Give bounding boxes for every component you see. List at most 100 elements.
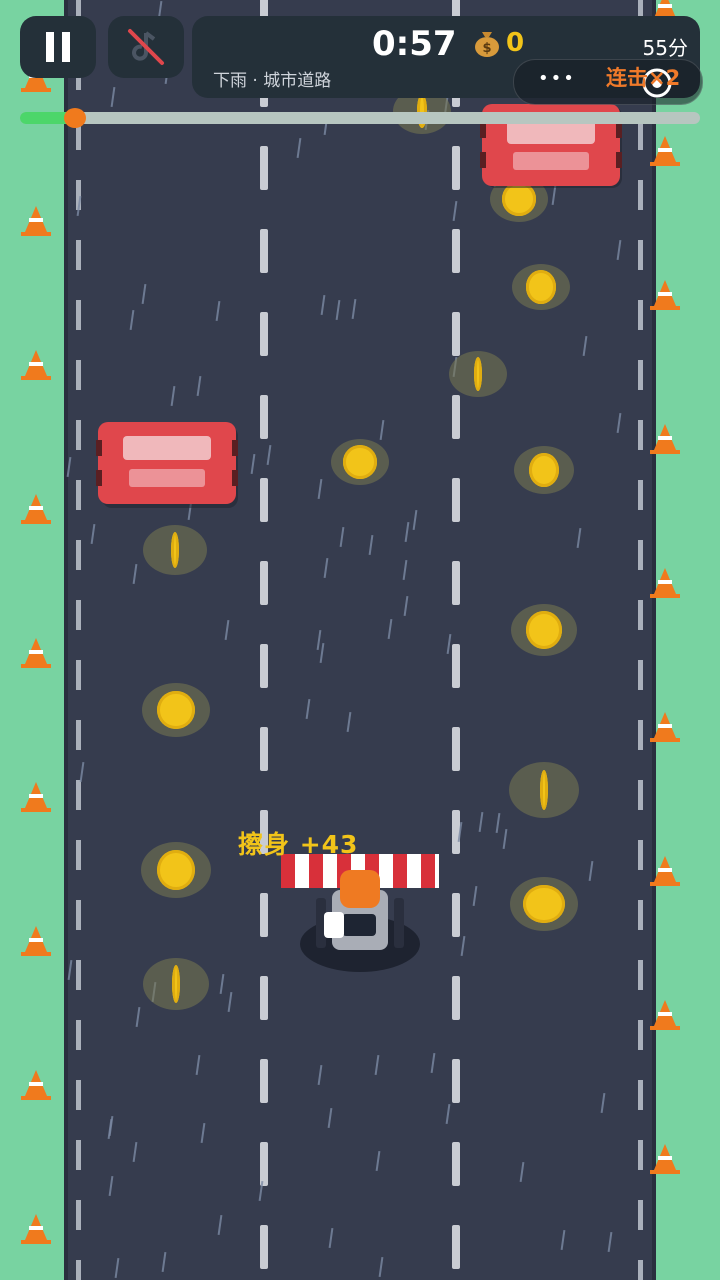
race-progress-bar bbox=[20, 108, 700, 128]
score: 55分 bbox=[642, 36, 688, 60]
raindrop bbox=[132, 564, 138, 585]
raindrop bbox=[224, 620, 230, 641]
lane-marking bbox=[260, 976, 268, 1020]
lane-marking bbox=[260, 1225, 268, 1269]
pause-button[interactable] bbox=[20, 16, 96, 78]
lane-marking bbox=[452, 644, 460, 688]
gold-coin bbox=[141, 842, 211, 898]
raindrop bbox=[496, 813, 501, 834]
raindrop bbox=[319, 643, 325, 664]
raindrop bbox=[328, 1228, 334, 1249]
grass-right bbox=[656, 0, 720, 1280]
raindrop bbox=[600, 1092, 605, 1113]
raindrop bbox=[616, 240, 622, 261]
lane-marking bbox=[452, 976, 460, 1020]
player-car[interactable] bbox=[280, 850, 440, 976]
lane-marking bbox=[260, 312, 268, 356]
edge-marking bbox=[638, 1140, 643, 1170]
lane-marking bbox=[452, 1225, 460, 1269]
edge-marking bbox=[638, 360, 643, 390]
raindrop bbox=[412, 510, 418, 531]
traffic-cone-icon bbox=[19, 348, 53, 382]
menu-dots-button[interactable]: ••• bbox=[538, 68, 576, 89]
traffic-cone-icon bbox=[648, 134, 682, 168]
traffic-cone-icon bbox=[648, 854, 682, 888]
raindrop bbox=[129, 309, 135, 330]
traffic-cone-icon bbox=[19, 204, 53, 238]
lane-marking bbox=[452, 395, 460, 439]
raindrop bbox=[196, 375, 201, 397]
edge-marking bbox=[76, 1260, 81, 1280]
gold-coin bbox=[511, 604, 577, 656]
edge-marking bbox=[76, 1020, 81, 1050]
pause-icon bbox=[46, 32, 70, 62]
edge-marking bbox=[638, 540, 643, 570]
combo-counter: 连击×2 bbox=[606, 66, 681, 90]
edge-marking bbox=[638, 480, 643, 510]
traffic-cone-icon bbox=[648, 566, 682, 600]
timer: 0:57 bbox=[372, 24, 457, 64]
coin-count: 0 bbox=[506, 28, 525, 58]
raindrop bbox=[324, 557, 329, 578]
raindrop bbox=[317, 1064, 322, 1085]
raindrop bbox=[132, 1141, 138, 1162]
raindrop bbox=[378, 1257, 384, 1278]
gold-coin bbox=[510, 877, 578, 931]
gold-coin bbox=[509, 762, 579, 818]
lane-marking bbox=[260, 644, 268, 688]
gold-coin bbox=[512, 264, 570, 310]
edge-marking bbox=[638, 720, 643, 750]
raindrop bbox=[472, 886, 478, 907]
raindrop bbox=[374, 1054, 379, 1076]
raindrop bbox=[114, 1257, 120, 1279]
traffic-cone-icon bbox=[19, 1068, 53, 1102]
raindrop bbox=[217, 1214, 223, 1235]
raindrop bbox=[195, 1054, 201, 1075]
edge-marking bbox=[76, 660, 81, 690]
raindrop bbox=[446, 633, 452, 654]
lane-marking bbox=[452, 727, 460, 771]
raindrop bbox=[321, 295, 326, 316]
edge-marking bbox=[76, 900, 81, 930]
music-toggle-button[interactable] bbox=[108, 16, 184, 78]
edge-marking bbox=[638, 420, 643, 450]
raindrop bbox=[452, 200, 458, 221]
raindrop bbox=[110, 86, 116, 107]
raindrop bbox=[445, 1104, 451, 1125]
lane-marking bbox=[452, 146, 460, 190]
raindrop bbox=[67, 960, 73, 981]
edge-marking bbox=[76, 780, 81, 810]
gold-coin bbox=[514, 446, 574, 494]
edge-marking bbox=[638, 300, 643, 330]
raindrop bbox=[108, 1176, 114, 1197]
edge-marking bbox=[76, 840, 81, 870]
traffic-cone-icon bbox=[648, 422, 682, 456]
raindrop bbox=[387, 618, 393, 639]
edge-marking bbox=[638, 180, 643, 210]
traffic-cone-icon bbox=[19, 924, 53, 958]
weather-track-label: 下雨 · 城市道路 bbox=[213, 71, 332, 91]
edge-marking bbox=[76, 1200, 81, 1230]
lane-marking bbox=[452, 1142, 460, 1186]
gold-coin bbox=[331, 439, 389, 485]
raindrop bbox=[560, 1229, 566, 1250]
raindrop bbox=[90, 523, 96, 544]
raindrop bbox=[161, 1251, 167, 1272]
raindrop bbox=[607, 1231, 613, 1252]
traffic-cone-icon bbox=[648, 278, 682, 312]
traffic-cone-icon bbox=[19, 636, 53, 670]
gold-coin bbox=[449, 351, 507, 397]
raindrop bbox=[79, 762, 85, 783]
raindrop bbox=[478, 811, 484, 832]
edge-marking bbox=[76, 300, 81, 330]
lane-marking bbox=[260, 229, 268, 273]
lane-marking bbox=[260, 478, 268, 522]
raindrop bbox=[296, 138, 302, 159]
edge-marking bbox=[76, 540, 81, 570]
edge-marking bbox=[638, 960, 643, 990]
raindrop bbox=[347, 712, 352, 733]
raindrop bbox=[576, 527, 582, 548]
traffic-cone-icon bbox=[648, 998, 682, 1032]
raindrop bbox=[250, 453, 256, 475]
gold-coin bbox=[143, 525, 207, 575]
